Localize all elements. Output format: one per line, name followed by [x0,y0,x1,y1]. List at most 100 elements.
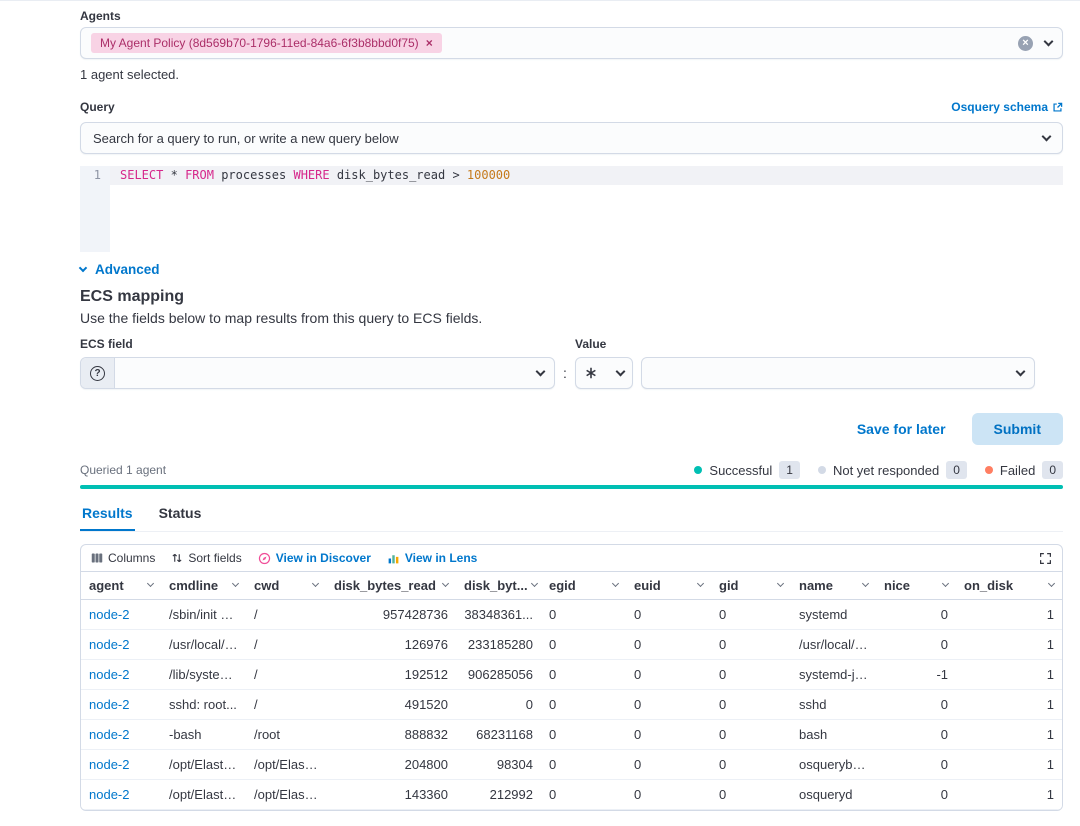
cell-agent[interactable]: node-2 [81,750,161,779]
cell-cmdline[interactable]: -bash [161,720,246,749]
column-menu-icon[interactable] [146,579,155,588]
cell-name[interactable]: bash [791,720,876,749]
clear-selection-icon[interactable]: × [1018,35,1033,51]
cell-cmdline[interactable]: /lib/system... [161,660,246,689]
cell-disk-bytes-written[interactable]: 906285056 [456,660,541,689]
tab-results[interactable]: Results [80,499,135,531]
cell-disk-bytes-written[interactable]: 212992 [456,780,541,809]
cell-nice[interactable]: 0 [876,600,956,629]
tab-status[interactable]: Status [157,499,204,531]
cell-agent[interactable]: node-2 [81,780,161,809]
cell-euid[interactable]: 0 [626,660,711,689]
query-select[interactable]: Search for a query to run, or write a ne… [80,122,1063,154]
cell-disk-bytes-written[interactable]: 233185280 [456,630,541,659]
cell-euid[interactable]: 0 [626,750,711,779]
column-menu-icon[interactable] [311,579,320,588]
cell-cwd[interactable]: / [246,690,326,719]
cell-cwd[interactable]: / [246,630,326,659]
cell-disk-bytes-read[interactable]: 204800 [326,750,456,779]
cell-cmdline[interactable]: sshd: root... [161,690,246,719]
agents-combobox[interactable]: My Agent Policy (8d569b70-1796-11ed-84a6… [80,27,1063,59]
cell-gid[interactable]: 0 [711,660,791,689]
cell-nice[interactable]: 0 [876,690,956,719]
column-menu-icon[interactable] [696,579,705,588]
cell-gid[interactable]: 0 [711,780,791,809]
agents-chevron-down-icon[interactable] [1043,36,1054,46]
column-header-agent[interactable]: agent [81,572,161,599]
cell-on-disk[interactable]: 1 [956,780,1062,809]
cell-gid[interactable]: 0 [711,600,791,629]
cell-disk-bytes-read[interactable]: 143360 [326,780,456,809]
cell-nice[interactable]: 0 [876,750,956,779]
cell-on-disk[interactable]: 1 [956,750,1062,779]
cell-nice[interactable]: 0 [876,720,956,749]
column-header-nice[interactable]: nice [876,572,956,599]
column-header-gid[interactable]: gid [711,572,791,599]
cell-gid[interactable]: 0 [711,720,791,749]
submit-button[interactable]: Submit [971,413,1063,445]
cell-disk-bytes-read[interactable]: 126976 [326,630,456,659]
cell-name[interactable]: systemd-jo... [791,660,876,689]
column-header-disk-bytes-written[interactable]: disk_byt... [456,572,541,599]
cell-egid[interactable]: 0 [541,720,626,749]
cell-euid[interactable]: 0 [626,600,711,629]
cell-on-disk[interactable]: 1 [956,630,1062,659]
advanced-toggle[interactable]: Advanced [78,262,1063,277]
cell-disk-bytes-written[interactable]: 68231168 [456,720,541,749]
column-menu-icon[interactable] [941,579,950,588]
column-header-disk-bytes-read[interactable]: disk_bytes_read [326,572,456,599]
value-type-select[interactable] [574,357,633,389]
cell-gid[interactable]: 0 [711,630,791,659]
cell-egid[interactable]: 0 [541,660,626,689]
cell-euid[interactable]: 0 [626,780,711,809]
cell-disk-bytes-written[interactable]: 38348361... [456,600,541,629]
column-header-name[interactable]: name [791,572,876,599]
cell-name[interactable]: sshd [791,690,876,719]
column-menu-icon[interactable] [530,579,538,588]
cell-cmdline[interactable]: /sbin/init n... [161,600,246,629]
cell-nice[interactable]: 0 [876,780,956,809]
cell-name[interactable]: /usr/local/c... [791,630,876,659]
cell-agent[interactable]: node-2 [81,720,161,749]
cell-euid[interactable]: 0 [626,690,711,719]
cell-euid[interactable]: 0 [626,630,711,659]
cell-disk-bytes-written[interactable]: 0 [456,690,541,719]
view-in-lens-link[interactable]: View in Lens [387,551,477,565]
cell-cmdline[interactable]: /usr/local/c... [161,630,246,659]
column-menu-icon[interactable] [231,579,240,588]
cell-nice[interactable]: 0 [876,630,956,659]
column-menu-icon[interactable] [776,579,785,588]
cell-on-disk[interactable]: 1 [956,690,1062,719]
cell-egid[interactable]: 0 [541,780,626,809]
column-header-egid[interactable]: egid [541,572,626,599]
cell-on-disk[interactable]: 1 [956,600,1062,629]
cell-agent[interactable]: node-2 [81,600,161,629]
column-header-cmdline[interactable]: cmdline [161,572,246,599]
column-menu-icon[interactable] [861,579,870,588]
cell-nice[interactable]: -1 [876,660,956,689]
cell-egid[interactable]: 0 [541,630,626,659]
cell-egid[interactable]: 0 [541,690,626,719]
cell-agent[interactable]: node-2 [81,630,161,659]
cell-on-disk[interactable]: 1 [956,720,1062,749]
cell-euid[interactable]: 0 [626,720,711,749]
cell-cwd[interactable]: /opt/Elastic... [246,780,326,809]
cell-agent[interactable]: node-2 [81,660,161,689]
cell-name[interactable]: osqueryd [791,780,876,809]
sort-fields-button[interactable]: Sort fields [171,551,242,565]
view-in-discover-link[interactable]: View in Discover [258,551,371,565]
cell-gid[interactable]: 0 [711,690,791,719]
agent-policy-badge[interactable]: My Agent Policy (8d569b70-1796-11ed-84a6… [91,33,442,53]
cell-disk-bytes-read[interactable]: 888832 [326,720,456,749]
ecs-value-combobox[interactable] [640,357,1035,389]
cell-cwd[interactable]: / [246,660,326,689]
osquery-schema-link[interactable]: Osquery schema [951,100,1063,114]
cell-egid[interactable]: 0 [541,750,626,779]
cell-disk-bytes-read[interactable]: 192512 [326,660,456,689]
cell-cmdline[interactable]: /opt/Elastic... [161,780,246,809]
cell-disk-bytes-written[interactable]: 98304 [456,750,541,779]
cell-gid[interactable]: 0 [711,750,791,779]
column-menu-icon[interactable] [1047,579,1056,588]
cell-name[interactable]: osquerybeat [791,750,876,779]
cell-cwd[interactable]: / [246,600,326,629]
